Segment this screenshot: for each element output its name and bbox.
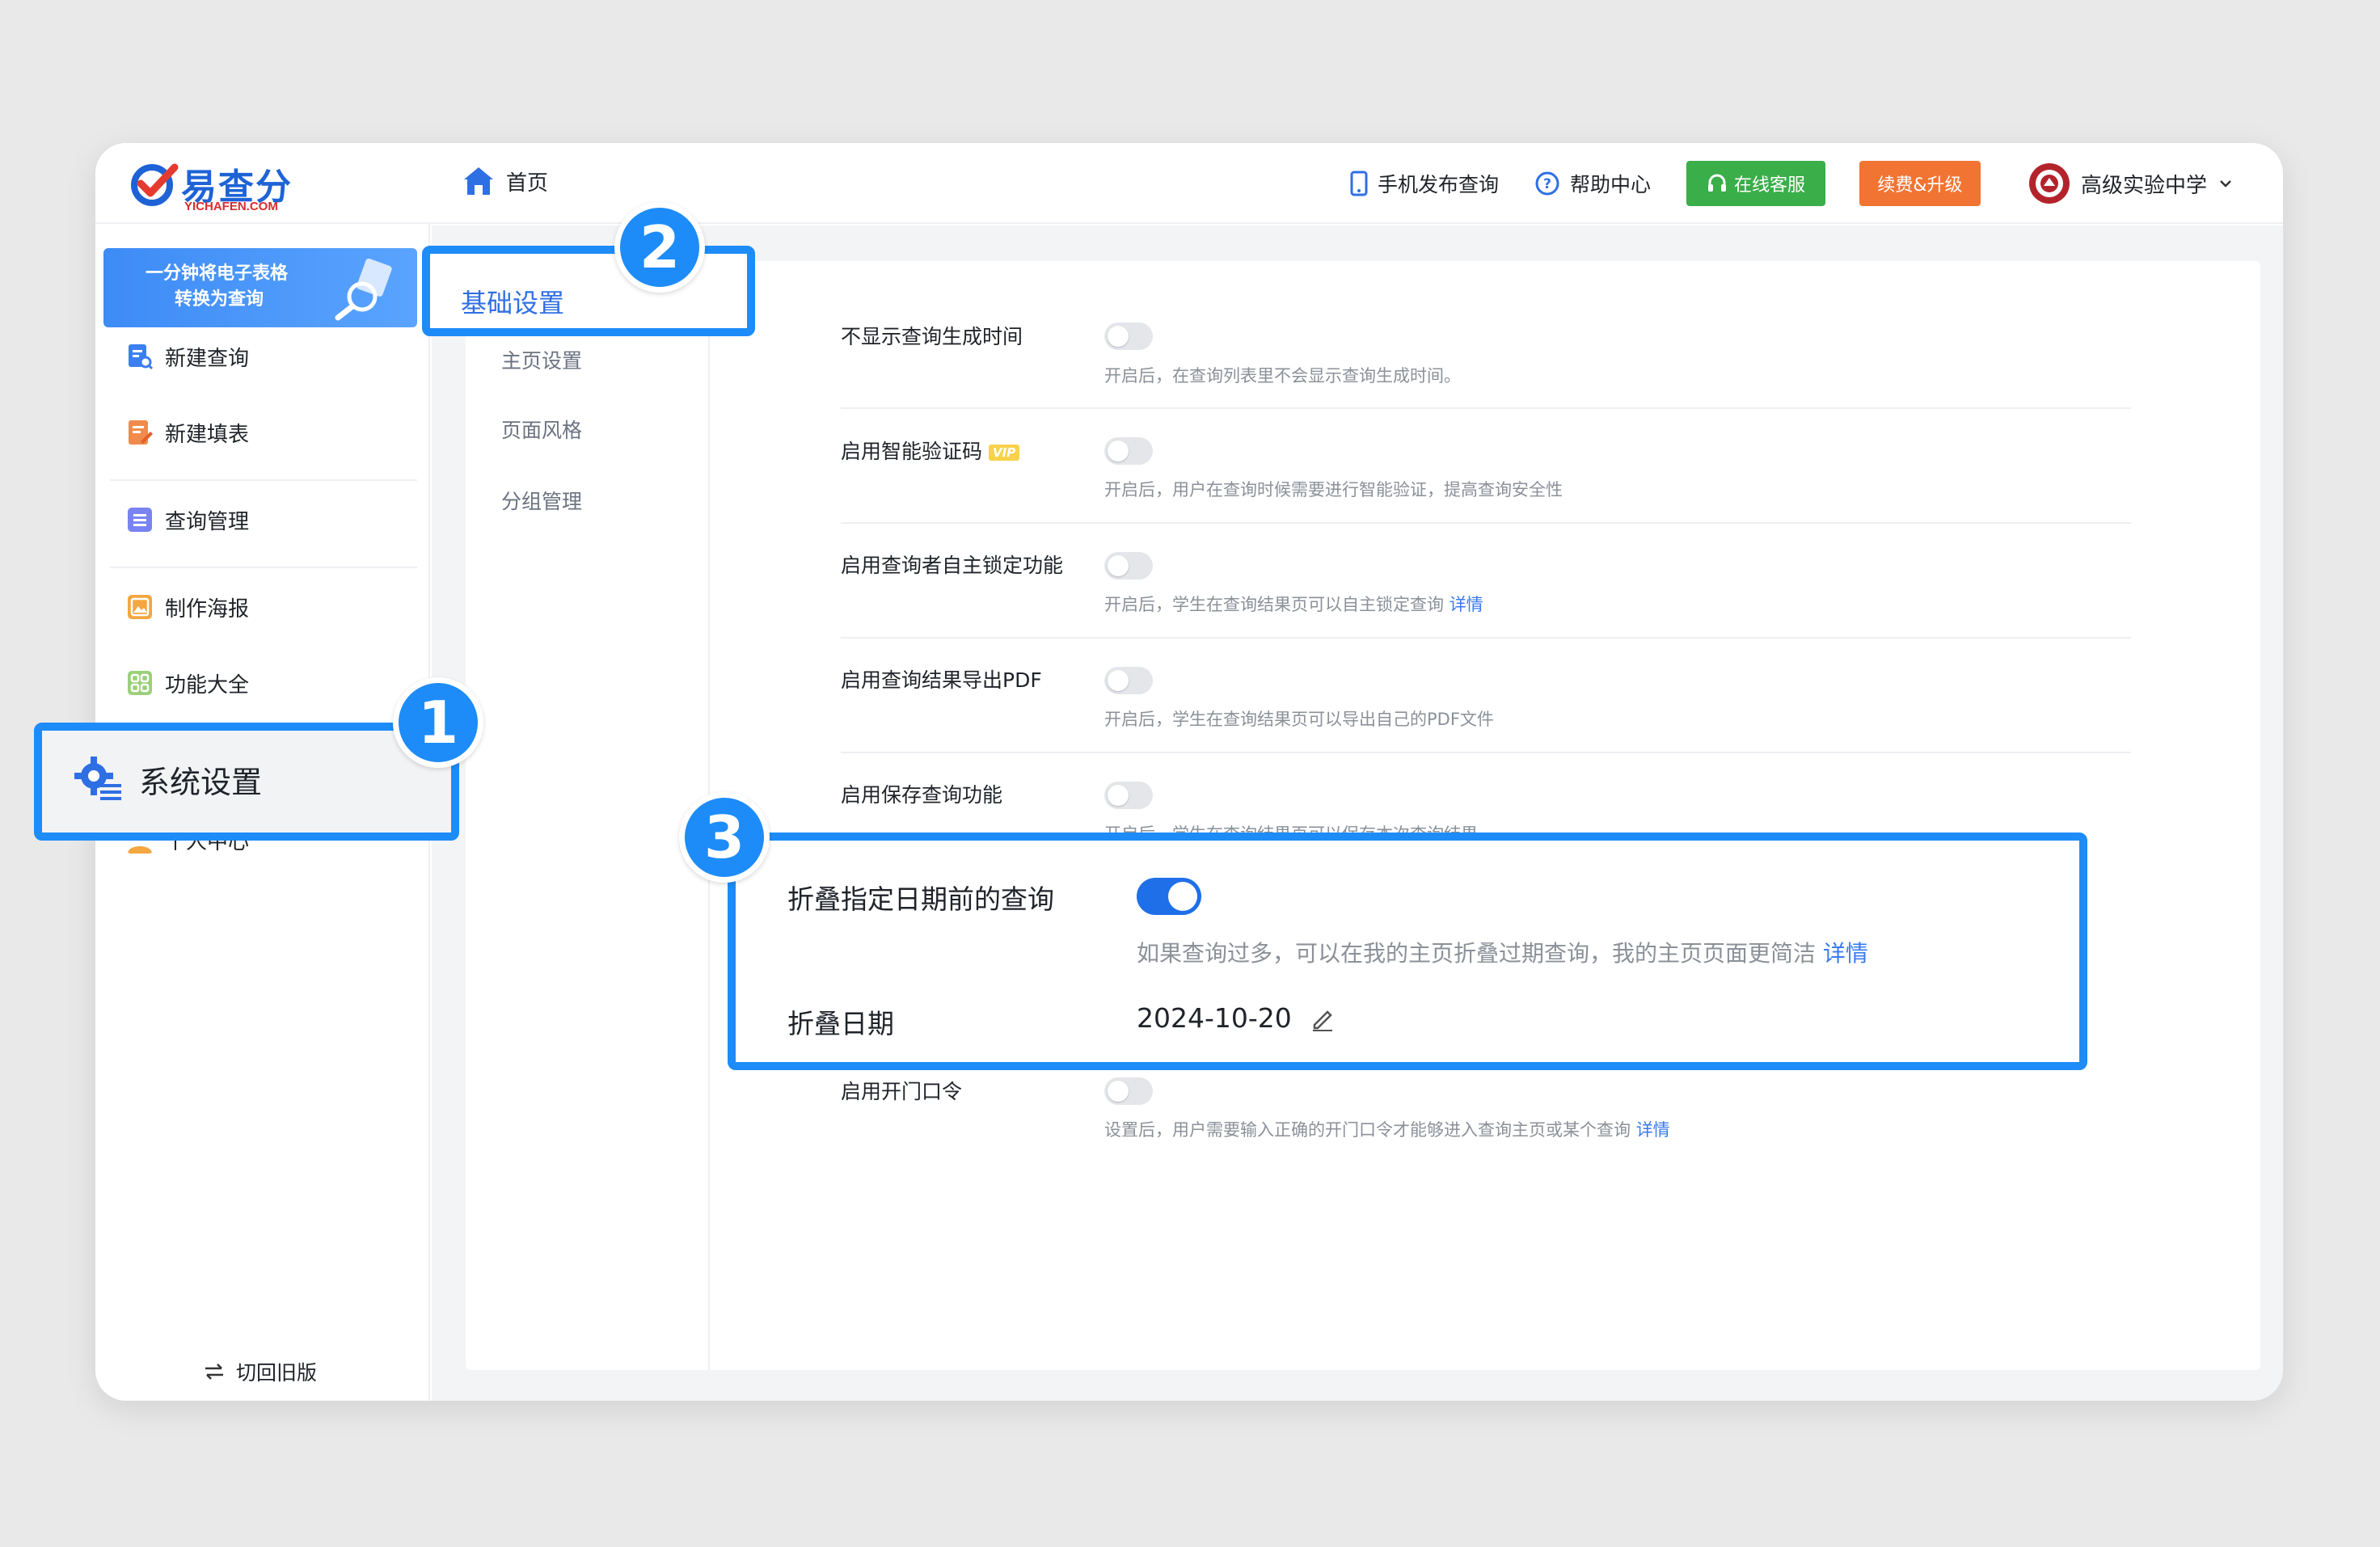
- submenu-item-page-style[interactable]: 页面风格: [501, 415, 582, 444]
- step-badge-3: 3: [679, 792, 770, 883]
- details-link[interactable]: 详情: [1450, 595, 1483, 614]
- sidebar-item-new-query[interactable]: 新建查询: [95, 334, 430, 379]
- fold-setting-desc: 如果查询过多，可以在我的主页折叠过期查询，我的主页页面更简洁: [1137, 940, 1817, 967]
- row-divider: [841, 752, 2131, 753]
- setting-title: 启用查询结果导出PDF: [841, 668, 1042, 692]
- setting-toggle[interactable]: [1104, 552, 1153, 580]
- mobile-icon: [1350, 171, 1368, 196]
- step-badge-2: 2: [614, 202, 705, 293]
- renew-upgrade-button[interactable]: 续费&升级: [1859, 161, 1981, 206]
- help-center-label: 帮助中心: [1569, 173, 1651, 196]
- fold-setting-toggle[interactable]: [1137, 878, 1201, 915]
- mobile-publish-label: 手机发布查询: [1377, 173, 1499, 196]
- submenu-item-group-management[interactable]: 分组管理: [501, 486, 582, 515]
- new-form-icon: [129, 420, 153, 445]
- top-header: 易查分 YICHAFEN.COM 首页 手机发布查询 ? 帮助中心 在线客服 续…: [95, 143, 2283, 224]
- poster-icon: [128, 595, 152, 619]
- switch-old-label: 切回旧版: [236, 1361, 318, 1385]
- header-actions: 手机发布查询 ? 帮助中心 在线客服 续费&升级 高级实验中学: [1350, 143, 2234, 224]
- edit-pencil-icon[interactable]: [1310, 1005, 1336, 1031]
- magnifier-illustration-icon: [335, 258, 392, 321]
- setting-desc: 开启后，在查询列表里不会显示查询生成时间。: [1104, 366, 1461, 386]
- home-icon: [464, 167, 493, 195]
- step-badge-1: 1: [393, 677, 483, 768]
- sidebar-item-label: 新建查询: [165, 346, 250, 371]
- setting-title: 启用开门口令: [841, 1080, 963, 1103]
- setting-toggle[interactable]: [1104, 667, 1153, 694]
- gear-settings-icon: [74, 757, 121, 800]
- list-icon: [128, 508, 152, 532]
- setting-desc-door-password: 设置后，用户需要输入正确的开门口令才能够进入查询主页或某个查询 详情: [1104, 1117, 1670, 1141]
- fold-date-field[interactable]: 2024-10-20: [1137, 1002, 1336, 1034]
- setting-title-captcha: 启用智能验证码 VIP: [841, 436, 1020, 465]
- switch-old-version-link[interactable]: 切回旧版: [204, 1357, 317, 1386]
- details-link[interactable]: 详情: [1636, 1120, 1670, 1140]
- setting-title: 不显示查询生成时间: [841, 325, 1023, 348]
- setting-desc: 开启后，学生在查询结果页可以导出自己的PDF文件: [1104, 710, 1494, 729]
- chevron-down-icon: [2220, 180, 2231, 188]
- setting-desc-self-lock: 开启后，学生在查询结果页可以自主锁定查询 详情: [1104, 592, 1483, 616]
- setting-toggle[interactable]: [1104, 1077, 1153, 1105]
- basic-settings-callout[interactable]: 基础设置: [422, 246, 755, 336]
- home-label: 首页: [506, 171, 549, 196]
- system-settings-callout[interactable]: 系统设置: [34, 723, 459, 841]
- grid-icon: [128, 671, 152, 695]
- logo[interactable]: 易查分 YICHAFEN.COM: [129, 154, 291, 216]
- school-name: 高级实验中学: [2080, 173, 2207, 198]
- logo-icon: [131, 163, 179, 206]
- avatar: [2028, 163, 2070, 204]
- renew-upgrade-label: 续费&升级: [1877, 175, 1963, 196]
- fold-date-value: 2024-10-20: [1137, 1002, 1292, 1034]
- sidebar-item-label: 查询管理: [165, 509, 250, 534]
- logo-subtext: YICHAFEN.COM: [184, 200, 278, 213]
- setting-desc: 设置后，用户需要输入正确的开门口令才能够进入查询主页或某个查询: [1104, 1120, 1631, 1140]
- fold-setting-title: 折叠指定日期前的查询: [787, 883, 1054, 915]
- setting-title: 启用保存查询功能: [841, 783, 1003, 807]
- sidebar-item-features[interactable]: 功能大全: [95, 660, 430, 706]
- new-query-icon: [129, 344, 154, 370]
- swap-icon: [205, 1364, 223, 1380]
- online-service-button[interactable]: 在线客服: [1686, 161, 1825, 206]
- sidebar-item-query-management[interactable]: 查询管理: [95, 497, 430, 542]
- setting-toggle[interactable]: [1104, 782, 1153, 809]
- sidebar-item-label: 功能大全: [165, 672, 250, 698]
- submenu-item-basic-settings[interactable]: 基础设置: [461, 283, 564, 320]
- home-link[interactable]: 首页: [462, 166, 548, 196]
- excel-convert-banner[interactable]: 一分钟将电子表格 转换为查询: [103, 248, 417, 327]
- headset-icon: [1707, 174, 1726, 192]
- row-divider: [841, 522, 2131, 524]
- sidebar-item-label: 新建填表: [165, 422, 250, 447]
- settings-submenu: 主页设置 页面风格 分组管理: [466, 261, 710, 1370]
- vip-badge: VIP: [989, 445, 1020, 461]
- setting-toggle[interactable]: [1104, 322, 1153, 350]
- setting-title: 启用查询者自主锁定功能: [841, 554, 1064, 577]
- row-divider: [841, 637, 2131, 639]
- setting-toggle[interactable]: [1104, 437, 1153, 465]
- school-account-menu[interactable]: 高级实验中学: [2028, 162, 2234, 205]
- sidebar-divider: [110, 479, 417, 481]
- mobile-publish-link[interactable]: 手机发布查询: [1350, 169, 1499, 198]
- online-service-label: 在线客服: [1733, 175, 1805, 196]
- sidebar-item-label: 系统设置: [139, 764, 263, 800]
- details-link[interactable]: 详情: [1823, 940, 1868, 967]
- row-divider: [841, 407, 2131, 409]
- setting-desc: 开启后，学生在查询结果页可以自主锁定查询: [1104, 595, 1444, 614]
- sidebar-divider: [110, 567, 417, 568]
- setting-desc: 开启后，用户在查询时候需要进行智能验证，提高查询安全性: [1104, 480, 1563, 500]
- submenu-item-homepage[interactable]: 主页设置: [501, 345, 582, 374]
- sidebar-item-poster[interactable]: 制作海报: [95, 584, 430, 630]
- sidebar-item-label: 制作海报: [165, 596, 250, 622]
- svg-text:?: ?: [1543, 176, 1551, 192]
- sidebar-item-system-settings[interactable]: 系统设置: [74, 755, 262, 803]
- help-center-link[interactable]: ? 帮助中心: [1534, 169, 1651, 198]
- fold-date-label: 折叠日期: [787, 1008, 894, 1039]
- sidebar-item-new-form[interactable]: 新建填表: [95, 410, 430, 455]
- setting-title: 启用智能验证码: [841, 440, 983, 463]
- help-icon: ?: [1535, 171, 1559, 196]
- fold-setting-desc-row: 如果查询过多，可以在我的主页折叠过期查询，我的主页页面更简洁 详情: [1137, 936, 1868, 968]
- fold-setting-callout: 折叠指定日期前的查询 如果查询过多，可以在我的主页折叠过期查询，我的主页页面更简…: [728, 833, 2087, 1070]
